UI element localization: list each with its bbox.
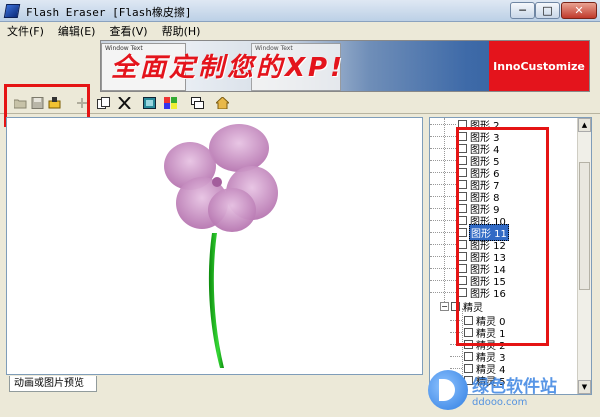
app-icon — [3, 4, 21, 18]
watermark-text: 绿色软件站 — [472, 376, 557, 397]
home-icon[interactable] — [214, 95, 230, 111]
tree-highlight-box — [456, 127, 549, 346]
flower-stem — [208, 233, 224, 368]
menu-file[interactable]: 文件(F) — [0, 23, 51, 39]
windows-icon[interactable] — [189, 95, 205, 111]
preview-icon[interactable] — [141, 95, 157, 111]
preview-panel[interactable] — [6, 117, 423, 375]
tree-checkbox[interactable] — [464, 351, 473, 361]
maximize-button[interactable]: □ — [535, 2, 560, 19]
banner-area: Window Text Window Text 全面定制您的XP! InnoCu… — [0, 40, 600, 92]
menu-help[interactable]: 帮助(H) — [155, 23, 208, 39]
watermark-url: ddooo.com — [472, 396, 528, 408]
menu-view[interactable]: 查看(V) — [102, 23, 154, 39]
watermark-logo-icon — [428, 369, 468, 410]
copy-icon[interactable] — [95, 95, 111, 111]
tree-scrollbar[interactable]: ▲ ▼ — [577, 118, 591, 394]
collapse-icon[interactable]: − — [440, 301, 449, 311]
minimize-button[interactable]: ─ — [510, 2, 535, 19]
toolbar — [0, 92, 600, 114]
palette-icon[interactable] — [162, 95, 178, 111]
title-bar: Flash Eraser [Flash橡皮擦] ─ □ ✕ — [0, 0, 600, 22]
scroll-thumb[interactable] — [579, 162, 590, 290]
watermark: 绿色软件站 ddooo.com — [428, 362, 600, 417]
scroll-up-icon[interactable]: ▲ — [578, 118, 591, 132]
delete-icon[interactable] — [116, 95, 132, 111]
banner-brand: InnoCustomize — [489, 41, 589, 91]
flower-preview-image — [164, 124, 278, 368]
banner-slogan: 全面定制您的XP! — [111, 53, 345, 83]
menu-edit[interactable]: 编辑(E) — [51, 23, 103, 39]
window-title: Flash Eraser [Flash橡皮擦] — [26, 6, 192, 19]
tab-preview[interactable]: 动画或图片预览 — [9, 376, 97, 392]
close-button[interactable]: ✕ — [561, 2, 597, 19]
menu-bar: 文件(F) 编辑(E) 查看(V) 帮助(H) — [0, 22, 600, 40]
ad-banner[interactable]: Window Text Window Text 全面定制您的XP! InnoCu… — [100, 40, 590, 92]
